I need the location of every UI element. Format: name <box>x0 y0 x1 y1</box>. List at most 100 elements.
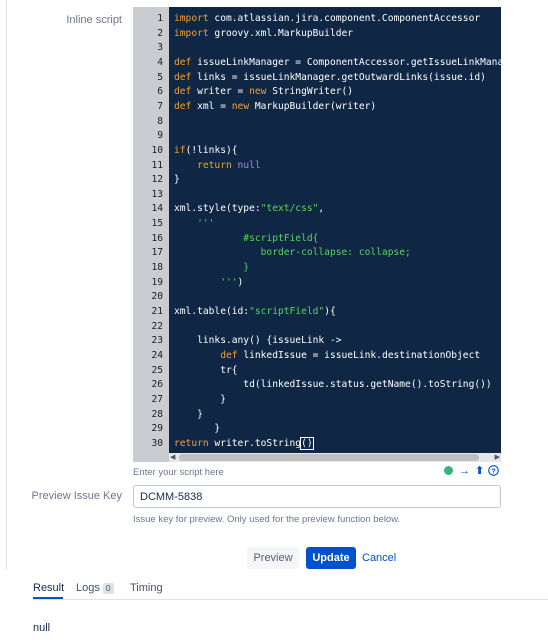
help-icon[interactable]: ? <box>488 465 499 479</box>
code-token: MarkupBuilder(writer) <box>249 100 377 112</box>
code-token: new <box>231 100 250 112</box>
tabs-divider <box>33 599 548 600</box>
code-token: } <box>174 393 226 405</box>
line-number: 30 <box>151 437 163 449</box>
code-line: ''' <box>174 217 214 231</box>
logs-count-badge: 0 <box>102 583 114 594</box>
update-button[interactable]: Update <box>306 547 356 569</box>
code-token: xml = <box>191 100 232 112</box>
line-number: 27 <box>151 393 163 405</box>
code-token: "scriptField" <box>249 306 325 317</box>
line-number: 3 <box>157 42 163 54</box>
line-number: 5 <box>157 71 163 83</box>
scroll-left-icon[interactable]: ◀ <box>170 453 175 462</box>
code-token: null <box>237 159 261 171</box>
code-token: return <box>197 159 232 171</box>
code-line: } <box>174 393 226 407</box>
line-number: 2 <box>157 27 163 39</box>
code-token: } <box>174 174 180 186</box>
line-number: 16 <box>151 232 163 244</box>
line-number: 8 <box>157 115 163 127</box>
tab-logs[interactable]: Logs 0 <box>76 582 114 594</box>
line-number: 15 <box>151 218 163 230</box>
code-token: StringWriter() <box>266 86 354 98</box>
code-token: td(linkedIssue.status.getName().toString… <box>174 379 492 391</box>
code-line: import com.atlassian.jira.component.Comp… <box>174 12 480 26</box>
line-number: 12 <box>151 174 163 186</box>
line-number: 4 <box>157 56 163 68</box>
line-number-gutter: 1 2 3 4 5 6 7 8 9 10 11 12 13 14 15 16 17 18 19 20 21 22 23 24 2… <box>133 7 169 462</box>
line-number: 26 <box>151 379 163 391</box>
scrollbar-thumb[interactable] <box>179 454 479 461</box>
code-token: writer = <box>191 86 250 98</box>
line-number: 7 <box>157 100 163 112</box>
preview-button[interactable]: Preview <box>247 547 299 569</box>
inline-script-label: Inline script <box>66 14 122 26</box>
line-number: 21 <box>151 306 163 317</box>
code-line: def writer = new StringWriter() <box>174 85 353 99</box>
code-token: "text/css" <box>260 203 319 215</box>
code-line: return writer.toString() <box>174 436 314 451</box>
code-token: groovy.xml.MarkupBuilder <box>208 27 354 39</box>
code-line: def issueLinkManager = ComponentAccessor… <box>174 56 501 70</box>
code-token: tr{ <box>174 364 238 376</box>
preview-issue-key-label: Preview Issue Key <box>31 490 122 502</box>
code-token: new <box>249 86 267 98</box>
code-token: com.atlassian.jira.component.ComponentAc… <box>208 13 481 24</box>
code-token: border-collapse: collapse; <box>174 247 411 259</box>
scroll-right-icon[interactable]: ▶ <box>495 453 500 462</box>
code-line: ''') <box>174 276 243 290</box>
code-token: links = issueLinkManager.getOutwardLinks… <box>191 71 486 83</box>
tab-result[interactable]: Result <box>33 582 64 594</box>
line-number: 18 <box>151 262 163 274</box>
code-token: def <box>174 56 192 68</box>
code-line: } <box>174 261 249 275</box>
line-number: 1 <box>157 13 163 24</box>
code-line: xml.style(type:"text/css", <box>174 202 324 216</box>
line-number: 24 <box>151 349 163 361</box>
code-token: (!links){ <box>185 144 238 156</box>
code-token: ) <box>237 276 244 288</box>
code-token: ''' <box>174 276 238 288</box>
code-token: linkedIssue = issueLink.destinationObjec… <box>237 349 481 361</box>
code-line: def linkedIssue = issueLink.destinationO… <box>174 349 480 363</box>
green-dot-icon <box>444 466 453 475</box>
code-token: return <box>174 437 209 449</box>
line-number: 14 <box>151 203 163 215</box>
code-line: def xml = new MarkupBuilder(writer) <box>174 100 376 114</box>
tab-timing-label: Timing <box>130 582 163 594</box>
code-line: import groovy.xml.MarkupBuilder <box>174 27 353 41</box>
code-token: import <box>174 13 209 24</box>
code-token: () <box>300 436 314 450</box>
code-area[interactable]: import com.atlassian.jira.component.Comp… <box>169 7 501 453</box>
line-number: 9 <box>157 130 163 142</box>
line-number: 19 <box>151 276 163 288</box>
cancel-link[interactable]: Cancel <box>362 547 400 569</box>
code-token: , <box>318 203 325 215</box>
code-token: issueLinkManager = ComponentAccessor.get… <box>191 56 501 68</box>
preview-issue-key-hint: Issue key for preview. Only used for the… <box>133 514 401 525</box>
script-hint: Enter your script here <box>133 467 224 478</box>
code-line: } <box>174 408 203 422</box>
code-editor[interactable]: 1 2 3 4 5 6 7 8 9 10 11 12 13 14 15 16 17 18 19 20 21 22 23 24 2… <box>133 7 501 462</box>
code-line: border-collapse: collapse; <box>174 246 411 260</box>
code-token: import <box>174 27 209 39</box>
code-line: td(linkedIssue.status.getName().toString… <box>174 378 492 392</box>
arrow-up-icon[interactable]: ⬆ <box>475 465 484 477</box>
code-token: ''' <box>174 218 215 230</box>
line-number: 11 <box>151 159 163 171</box>
tab-timing[interactable]: Timing <box>130 582 163 594</box>
arrow-right-icon[interactable]: → <box>459 465 470 477</box>
code-token: } <box>174 423 221 435</box>
code-line: } <box>174 422 220 436</box>
svg-text:?: ? <box>491 466 496 475</box>
preview-issue-key-input[interactable] <box>133 485 501 508</box>
horizontal-scrollbar[interactable]: ◀ ▶ <box>169 453 501 462</box>
code-token: def <box>174 86 192 98</box>
code-line: links.any() {issueLink -> <box>174 334 341 348</box>
result-output: null <box>33 622 51 634</box>
code-token: } <box>174 408 203 420</box>
code-line: xml.table(id:"scriptField"){ <box>174 305 336 319</box>
